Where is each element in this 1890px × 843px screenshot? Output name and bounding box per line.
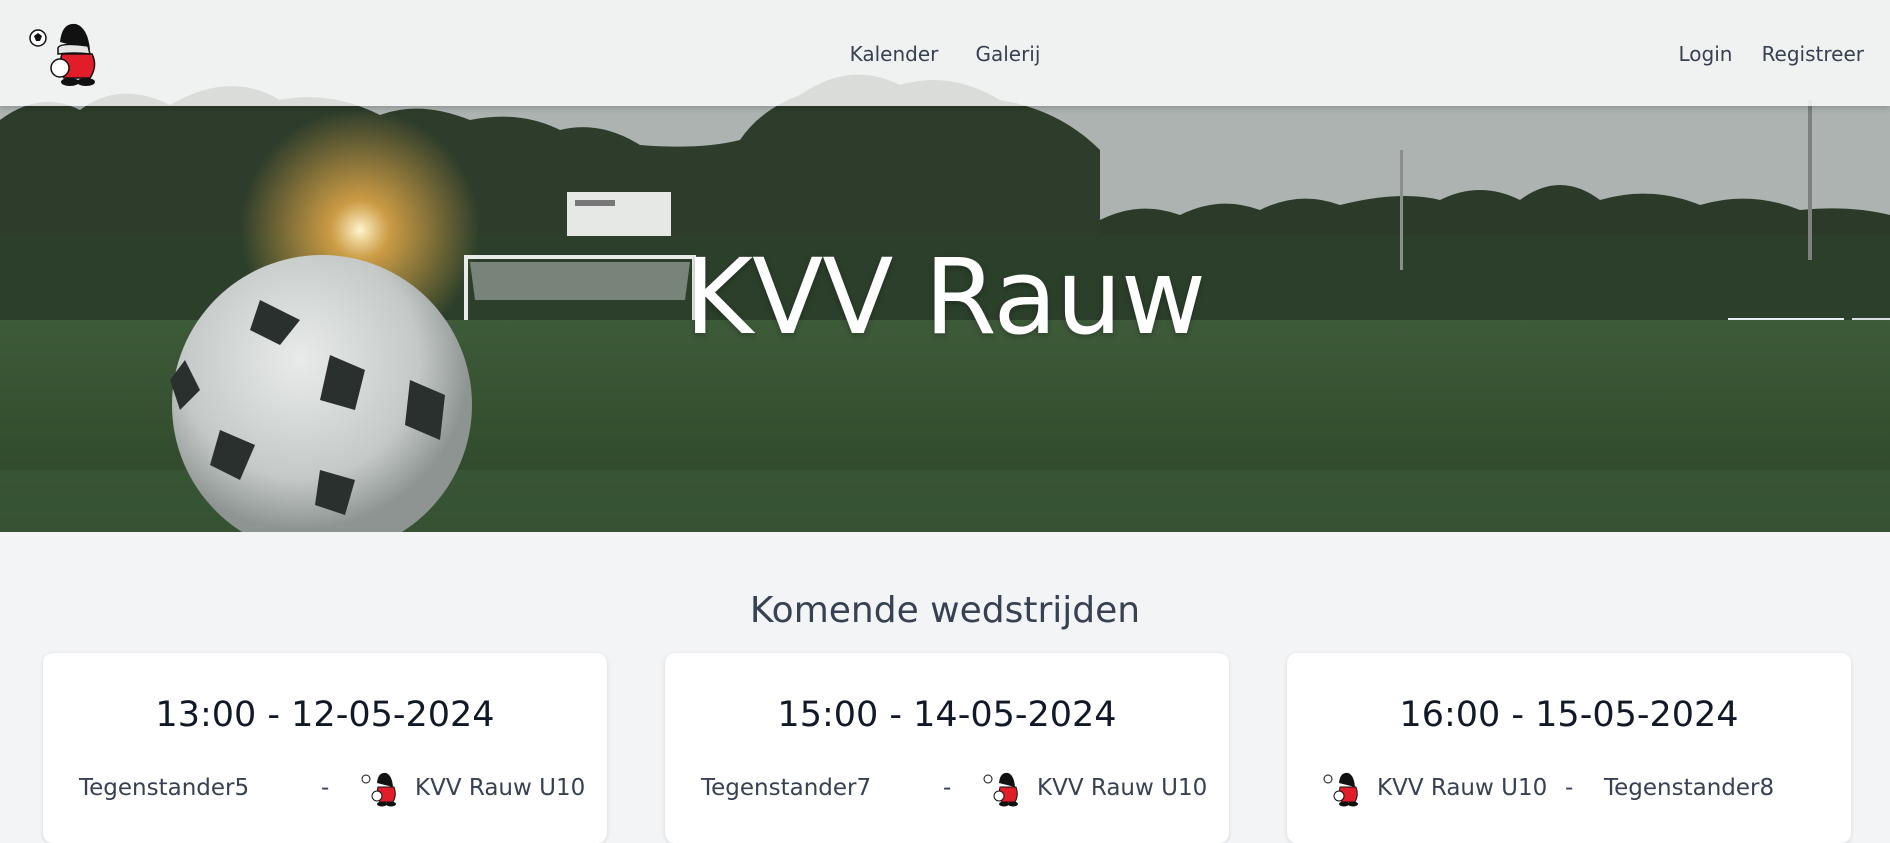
upcoming-matches-title: Komende wedstrijden xyxy=(749,590,1141,631)
vs-separator: - xyxy=(1565,775,1574,801)
match-card[interactable]: 16:00 - 15-05-2024 KVV Rauw U10 - Tegens… xyxy=(1287,653,1851,843)
club-logo-icon xyxy=(1323,772,1358,807)
club-logo-icon xyxy=(361,772,396,807)
away-team: KVV Rauw U10 xyxy=(1037,775,1208,801)
home-team: KVV Rauw U10 xyxy=(1377,775,1548,801)
home-team: Tegenstander5 xyxy=(79,775,250,801)
nav-galerij[interactable]: Galerij xyxy=(975,42,1040,66)
away-team: Tegenstander8 xyxy=(1604,775,1775,801)
match-datetime: 16:00 - 15-05-2024 xyxy=(1399,695,1739,735)
match-card[interactable]: 13:00 - 12-05-2024 Tegenstander5 - KVV R… xyxy=(43,653,607,843)
nav-kalender[interactable]: Kalender xyxy=(850,42,939,66)
vs-separator: - xyxy=(321,775,330,801)
away-team: KVV Rauw U10 xyxy=(415,775,586,801)
navbar: Kalender Galerij Login Registreer xyxy=(0,0,1890,106)
match-datetime: 13:00 - 12-05-2024 xyxy=(155,695,495,735)
match-card[interactable]: 15:00 - 14-05-2024 Tegenstander7 - KVV R… xyxy=(665,653,1229,843)
auth-nav: Login Registreer xyxy=(1655,42,1865,66)
vs-separator: - xyxy=(943,775,952,801)
login-link[interactable]: Login xyxy=(1679,42,1733,66)
match-datetime: 15:00 - 14-05-2024 xyxy=(777,695,1117,735)
home-team: Tegenstander7 xyxy=(701,775,872,801)
club-logo-icon xyxy=(983,772,1018,807)
hero-title: KVV Rauw xyxy=(684,236,1206,358)
main-nav: Kalender Galerij xyxy=(0,42,1890,66)
register-link[interactable]: Registreer xyxy=(1762,42,1864,66)
